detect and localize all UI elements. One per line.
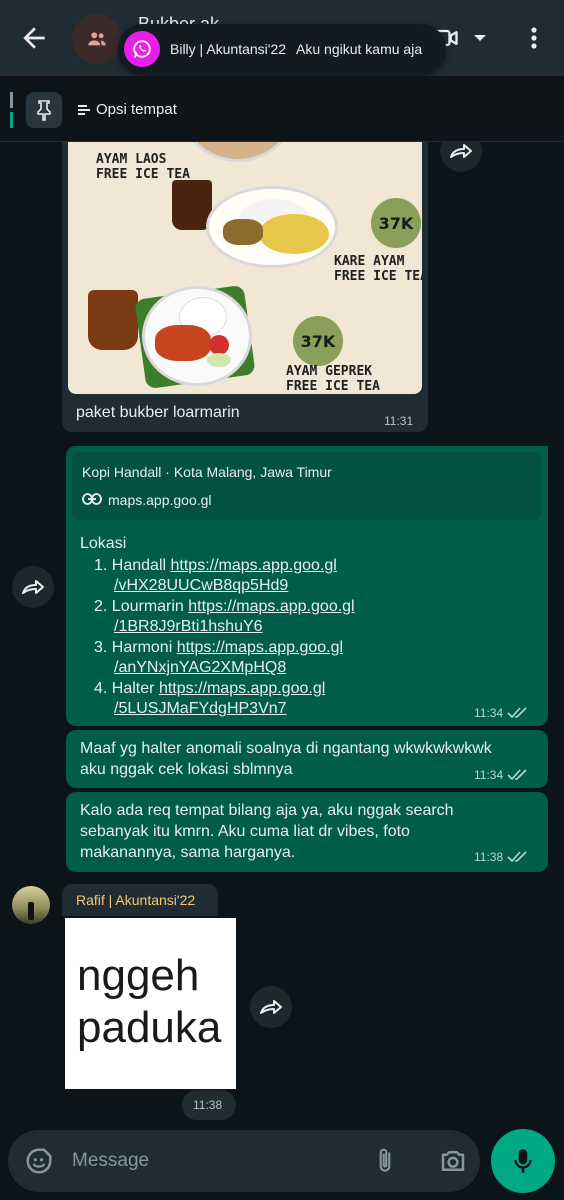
- message-text: Kalo ada req tempat bilang aja ya, aku n…: [80, 802, 454, 861]
- attach-icon[interactable]: [372, 1146, 398, 1176]
- forward-icon: [450, 144, 472, 158]
- ice-tea-glass: [88, 290, 138, 350]
- message-time: 11:34: [474, 706, 529, 720]
- food-plate: [178, 142, 298, 162]
- location-link-2[interactable]: https://maps.app.goo.gl: [188, 598, 354, 615]
- forward-button[interactable]: [440, 142, 482, 172]
- location-item-1: 1. Handall https://maps.app.goo.gl /vHX2…: [94, 556, 337, 595]
- pin-icon[interactable]: [26, 92, 62, 128]
- image-caption: paket bukber loarmarin: [76, 404, 240, 421]
- food-plate: [142, 286, 252, 386]
- read-ticks-icon: [507, 851, 527, 863]
- chevron-down-icon[interactable]: [470, 30, 490, 46]
- back-arrow-icon[interactable]: [18, 22, 50, 54]
- read-ticks-icon: [507, 769, 527, 781]
- avatar[interactable]: [12, 886, 50, 924]
- menu-item-2: KARE AYAM FREE ICE TEA: [334, 254, 422, 284]
- forward-button[interactable]: [12, 566, 54, 608]
- message-input[interactable]: Message: [72, 1150, 149, 1172]
- location-link-4b[interactable]: /5LUSJMaFYdgHP3Vn7: [114, 700, 287, 717]
- forward-icon: [22, 580, 44, 594]
- link-icon: [82, 493, 102, 505]
- menu-item-3: AYAM GEPREK FREE ICE TEA: [286, 364, 380, 394]
- chat-area[interactable]: AYAM LAOS FREE ICE TEA 37K KARE AYAM FRE…: [0, 142, 564, 1127]
- toast-sender: Billy | Akuntansi'22: [170, 41, 287, 57]
- message-time: 11:31: [384, 414, 414, 428]
- message-text: Maaf yg halter anomali soalnya di nganta…: [80, 740, 492, 778]
- group-icon: [88, 32, 106, 46]
- location-link-4[interactable]: https://maps.app.goo.gl: [159, 680, 325, 697]
- link-preview-domain: maps.app.goo.gl: [108, 492, 212, 508]
- location-list: Lokasi 1. Handall https://maps.app.goo.g…: [80, 534, 500, 720]
- toast-message: Aku ngikut kamu aja: [296, 41, 423, 57]
- group-avatar[interactable]: [72, 14, 122, 64]
- sticker-icon[interactable]: [24, 1146, 54, 1176]
- camera-icon[interactable]: [438, 1146, 468, 1176]
- location-item-2: 2. Lourmarin https://maps.app.goo.gl /1B…: [94, 597, 355, 636]
- sticker-text: nggeh paduka: [77, 951, 222, 1052]
- sender-name[interactable]: Rafif | Akuntansi'22: [76, 892, 195, 908]
- location-link-3b[interactable]: /anYNxjnYAG2XMpHQ8: [114, 659, 286, 676]
- location-header: Lokasi: [80, 535, 127, 552]
- message-composer[interactable]: Message: [8, 1130, 480, 1192]
- notification-toast[interactable]: Billy | Akuntansi'22 Aku ngikut kamu aja: [118, 24, 446, 74]
- pinned-label-text: Opsi tempat: [96, 101, 177, 118]
- location-link-1b[interactable]: /vHX28UUCwB8qp5Hd9: [114, 577, 288, 594]
- sticker-image[interactable]: nggeh paduka: [65, 918, 236, 1089]
- message-time: 11:38: [474, 850, 529, 864]
- pin-indicator: [10, 92, 13, 128]
- menu-item-1: AYAM LAOS FREE ICE TEA: [96, 152, 190, 182]
- location-item-3: 3. Harmoni https://maps.app.goo.gl /anYN…: [94, 638, 344, 677]
- location-link-2b[interactable]: /1BR8J9rBti1hshuY6: [114, 618, 263, 635]
- location-link-1[interactable]: https://maps.app.goo.gl: [171, 557, 337, 574]
- price-badge: 37K: [371, 198, 421, 248]
- food-plate: [206, 186, 338, 268]
- forward-button[interactable]: [250, 986, 292, 1028]
- link-preview-title: Kopi Handall · Kota Malang, Jawa Timur: [82, 464, 332, 480]
- link-preview-card[interactable]: Kopi Handall · Kota Malang, Jawa Timur m…: [72, 452, 542, 520]
- message-time: 11:38: [193, 1098, 223, 1112]
- message-time: 11:34: [474, 768, 529, 782]
- pinned-label[interactable]: Opsi tempat: [78, 101, 177, 118]
- poll-icon: [78, 104, 90, 115]
- menu-image[interactable]: AYAM LAOS FREE ICE TEA 37K KARE AYAM FRE…: [68, 142, 422, 394]
- forward-icon: [260, 1000, 282, 1014]
- mic-icon: [514, 1149, 532, 1173]
- price-badge: 37K: [293, 316, 343, 366]
- read-ticks-icon: [507, 707, 527, 719]
- location-link-3[interactable]: https://maps.app.goo.gl: [177, 639, 343, 656]
- more-options-icon[interactable]: [524, 24, 544, 52]
- mic-button[interactable]: [491, 1129, 555, 1193]
- location-item-4: 4. Halter https://maps.app.goo.gl /5LUSJ…: [94, 679, 326, 718]
- whatsapp-icon: [124, 31, 160, 67]
